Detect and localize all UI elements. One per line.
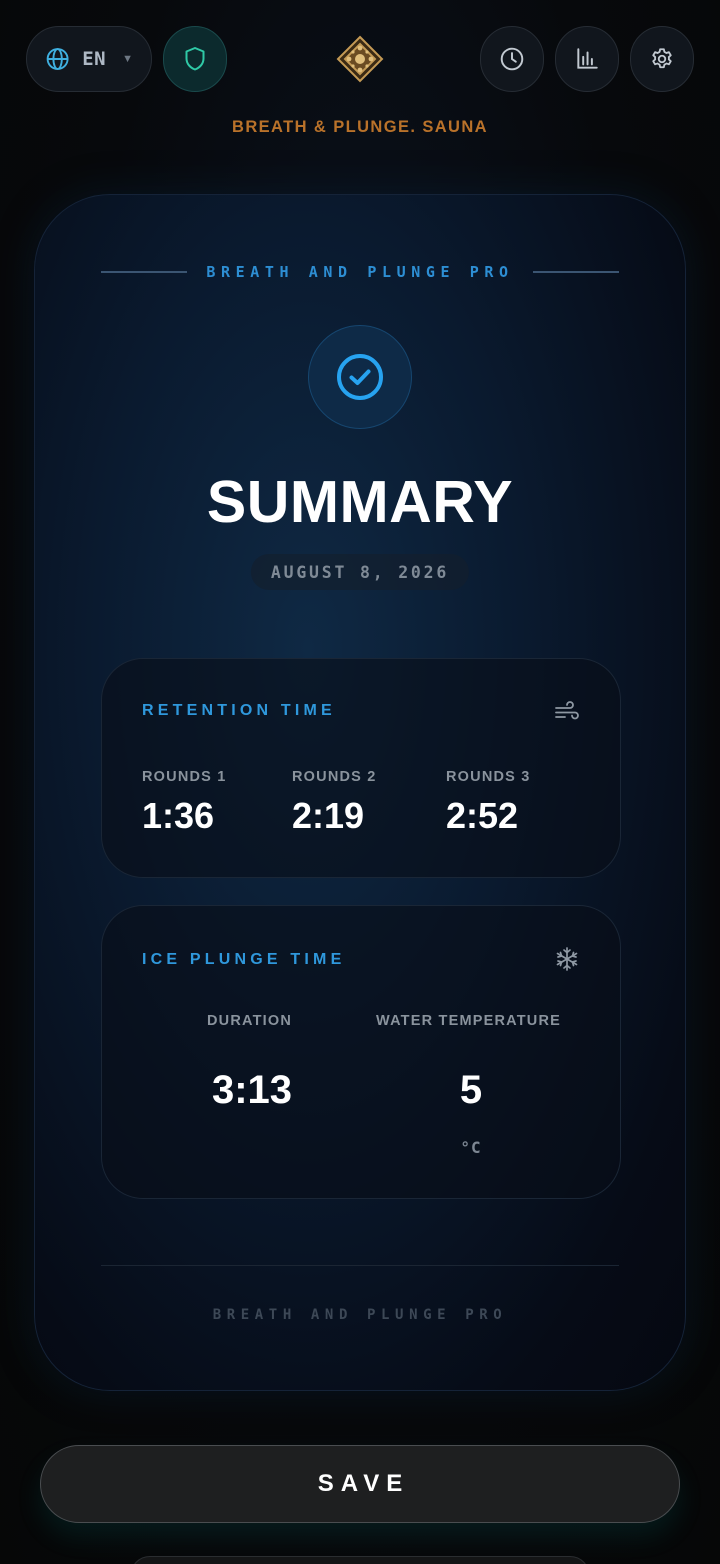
summary-card: BREATH AND PLUNGE PRO SUMMARY AUGUST 8, … <box>34 194 686 1391</box>
retention-panel: RETENTION TIME ROUNDS 1 1:36 ROUNDS 2 2:… <box>101 658 621 878</box>
ice-plunge-panel: ICE PLUNGE TIME DURATION 3:13 WATER TEMP… <box>101 905 621 1199</box>
wind-icon <box>555 701 579 720</box>
card-header: BREATH AND PLUNGE PRO <box>101 262 619 282</box>
water-temperature-label: WATER TEMPERATURE <box>376 1013 561 1029</box>
shield-button[interactable] <box>163 26 227 92</box>
divider-left <box>101 271 187 273</box>
ice-plunge-title: ICE PLUNGE TIME <box>142 951 346 968</box>
check-badge <box>308 325 412 429</box>
check-circle-icon <box>337 354 383 400</box>
ornament-logo <box>336 35 384 83</box>
globe-icon <box>46 48 69 70</box>
chevron-down-icon: ▼ <box>122 53 133 65</box>
temperature-unit: °C <box>460 1138 482 1157</box>
stats-button[interactable] <box>555 26 619 92</box>
language-selector[interactable]: EN ▼ <box>26 26 152 92</box>
round-1-label: ROUNDS 1 <box>142 769 227 785</box>
shield-icon <box>185 47 205 71</box>
card-divider <box>101 1265 619 1266</box>
save-button-label: SAVE <box>317 1470 410 1497</box>
settings-button[interactable] <box>630 26 694 92</box>
round-3-label: ROUNDS 3 <box>446 769 531 785</box>
snowflake-icon <box>556 947 578 971</box>
water-temperature-value: 5 <box>459 1068 483 1112</box>
round-2-value: 2:19 <box>292 795 365 836</box>
round-1-value: 1:36 <box>142 795 215 836</box>
secondary-button[interactable] <box>130 1556 590 1564</box>
divider-right <box>533 271 619 273</box>
brand-title: BREATH & PLUNGE. SAUNA <box>232 118 488 136</box>
clock-icon <box>500 47 524 71</box>
bar-chart-icon <box>577 48 598 69</box>
top-bar: EN ▼ <box>26 26 694 92</box>
card-footer-label: BREATH AND PLUNGE PRO <box>212 1307 508 1323</box>
gear-icon <box>652 48 672 69</box>
duration-label: DURATION <box>207 1013 293 1029</box>
save-button[interactable]: SAVE <box>40 1445 680 1523</box>
card-header-label: BREATH AND PLUNGE PRO <box>206 263 514 281</box>
page-title: SUMMARY <box>206 469 514 535</box>
language-code: EN <box>82 48 107 70</box>
round-3-value: 2:52 <box>446 795 519 836</box>
round-2-label: ROUNDS 2 <box>292 769 377 785</box>
duration-value: 3:13 <box>211 1068 293 1112</box>
retention-title: RETENTION TIME <box>142 702 336 719</box>
history-button[interactable] <box>480 26 544 92</box>
session-date: AUGUST 8, 2026 <box>250 554 470 590</box>
